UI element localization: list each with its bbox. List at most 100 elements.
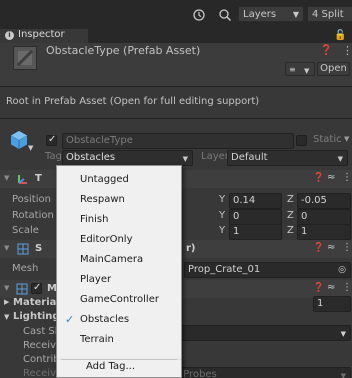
rotation-y-field[interactable]: 0: [229, 209, 282, 225]
scale-y-field[interactable]: 1: [229, 224, 282, 240]
help-icon[interactable]: ❓: [313, 243, 324, 253]
tab-inspector-label: Inspector: [18, 29, 65, 40]
materials-label: Materia: [13, 297, 57, 308]
active-checkbox[interactable]: [46, 134, 57, 146]
open-button-label: Open: [320, 63, 347, 74]
chevron-right-icon[interactable]: ▶: [4, 298, 9, 306]
layout-label: 4 Split: [312, 9, 344, 20]
rotation-label: Rotation: [12, 210, 54, 221]
mesh-value: Prop_Crate_01: [188, 264, 261, 275]
position-y-field[interactable]: 0.14: [229, 193, 282, 209]
tag-dropdown-menu: Untagged Respawn Finish EditorOnly MainC…: [56, 165, 182, 361]
rotation-z-value: 0: [301, 211, 308, 222]
position-label: Position: [12, 194, 51, 205]
menu-item-label: Respawn: [80, 194, 125, 205]
kebab-menu-icon[interactable]: ⋮: [342, 44, 352, 57]
prefab-thumbnail: [13, 46, 37, 70]
chevron-down-icon: ▼: [337, 155, 343, 163]
layers-dropdown[interactable]: Layers ▼: [238, 6, 304, 22]
chevron-down-icon: ▼: [182, 155, 188, 163]
position-z-value: -0.05: [301, 195, 327, 206]
kebab-menu-icon[interactable]: ⋮: [342, 242, 352, 253]
chevron-down-icon[interactable]: ▼: [28, 144, 33, 152]
root-info-text: Root in Prefab Asset (Open for full edit…: [6, 96, 260, 107]
kebab-menu-icon[interactable]: ⋮: [342, 172, 352, 183]
open-button[interactable]: Open: [317, 62, 350, 76]
prefab-settings-dropdown[interactable]: ≡ ▼: [285, 62, 315, 76]
transform-header-label: T: [35, 173, 42, 184]
menu-item[interactable]: GameController: [57, 290, 181, 310]
help-icon[interactable]: ❓: [313, 173, 324, 183]
mesh-renderer-enabled-checkbox[interactable]: [31, 282, 42, 294]
checkmark-icon: ✓: [65, 313, 75, 326]
mesh-object-field[interactable]: Prop_Crate_01 ◎: [184, 262, 351, 278]
chevron-down-icon: ▼: [4, 284, 10, 292]
menu-item-selected[interactable]: ✓ Obstacles: [57, 310, 181, 330]
object-name-field[interactable]: ObstacleType: [62, 133, 294, 149]
object-picker-icon[interactable]: ◎: [338, 263, 346, 277]
tag-dropdown-value: Obstacles: [66, 152, 116, 163]
divider: [0, 86, 352, 87]
layer-dropdown-value: Default: [231, 152, 268, 163]
search-icon[interactable]: [214, 6, 236, 24]
rotation-y-value: 0: [233, 211, 240, 222]
settings-sliders-icon: ≡: [289, 65, 296, 74]
chevron-down-icon: ▼: [340, 330, 346, 338]
lock-icon[interactable]: 🔓: [334, 30, 346, 41]
preset-icon[interactable]: ≈: [327, 282, 335, 293]
menu-item[interactable]: Terrain: [57, 330, 181, 350]
layer-label: Layer: [201, 151, 229, 162]
axis-label-y: Y: [219, 210, 226, 221]
menu-item[interactable]: MainCamera: [57, 250, 181, 270]
chevron-down-icon[interactable]: ▼: [4, 313, 9, 321]
menu-item[interactable]: Player: [57, 270, 181, 290]
tab-inspector[interactable]: i Inspector: [0, 29, 88, 43]
menu-item[interactable]: Untagged: [57, 170, 181, 190]
transform-axes-icon: [16, 172, 30, 186]
layer-dropdown[interactable]: Default ▼: [227, 150, 348, 166]
mesh-filter-header-start: S: [35, 243, 43, 254]
scale-y-value: 1: [233, 226, 240, 237]
menu-item[interactable]: Respawn: [57, 190, 181, 210]
info-icon: i: [5, 31, 14, 40]
materials-count-field[interactable]: 1: [313, 296, 351, 312]
static-checkbox[interactable]: [296, 135, 307, 146]
history-icon[interactable]: [188, 6, 210, 24]
static-label: Static: [313, 134, 342, 145]
mesh-filter-header-end: r): [186, 243, 196, 254]
preset-icon[interactable]: ≈: [327, 172, 335, 183]
kebab-menu-icon[interactable]: ⋮: [342, 282, 352, 293]
help-icon[interactable]: ❓: [320, 45, 332, 56]
chevron-down-icon: ▼: [340, 372, 346, 378]
divider: [0, 118, 352, 119]
scale-z-field[interactable]: 1: [297, 224, 351, 240]
mesh-label: Mesh: [12, 263, 39, 274]
tag-dropdown[interactable]: Obstacles ▼: [62, 150, 193, 166]
lighting-label: Lighting: [13, 311, 60, 322]
menu-item[interactable]: EditorOnly: [57, 230, 181, 250]
prefab-cube-icon: [8, 129, 30, 151]
add-tag-menu-item[interactable]: Add Tag...: [57, 358, 181, 376]
preset-icon[interactable]: ≈: [327, 242, 335, 253]
axis-label-z: Z: [287, 210, 294, 221]
add-tag-label: Add Tag...: [86, 361, 136, 372]
menu-item-label: Player: [80, 274, 112, 285]
help-icon[interactable]: ❓: [313, 283, 324, 293]
rotation-z-field[interactable]: 0: [297, 209, 351, 225]
layers-label: Layers: [243, 9, 277, 20]
layout-dropdown[interactable]: 4 Split: [307, 6, 352, 22]
menu-item[interactable]: Finish: [57, 210, 181, 230]
scale-z-value: 1: [301, 226, 308, 237]
mesh-renderer-icon: [16, 283, 28, 295]
materials-count-value: 1: [317, 298, 324, 309]
chevron-down-icon: ▼: [292, 10, 299, 19]
position-y-value: 0.14: [233, 195, 256, 206]
chevron-down-icon: ▼: [4, 244, 10, 252]
mesh-grid-icon: [17, 243, 29, 255]
menu-item-label: EditorOnly: [80, 234, 133, 245]
menu-item-label: Terrain: [80, 334, 114, 345]
position-z-field[interactable]: -0.05: [297, 193, 351, 209]
scale-label: Scale: [12, 225, 39, 236]
chevron-down-icon[interactable]: ▼: [344, 135, 349, 143]
menu-item-label: Finish: [80, 214, 109, 225]
